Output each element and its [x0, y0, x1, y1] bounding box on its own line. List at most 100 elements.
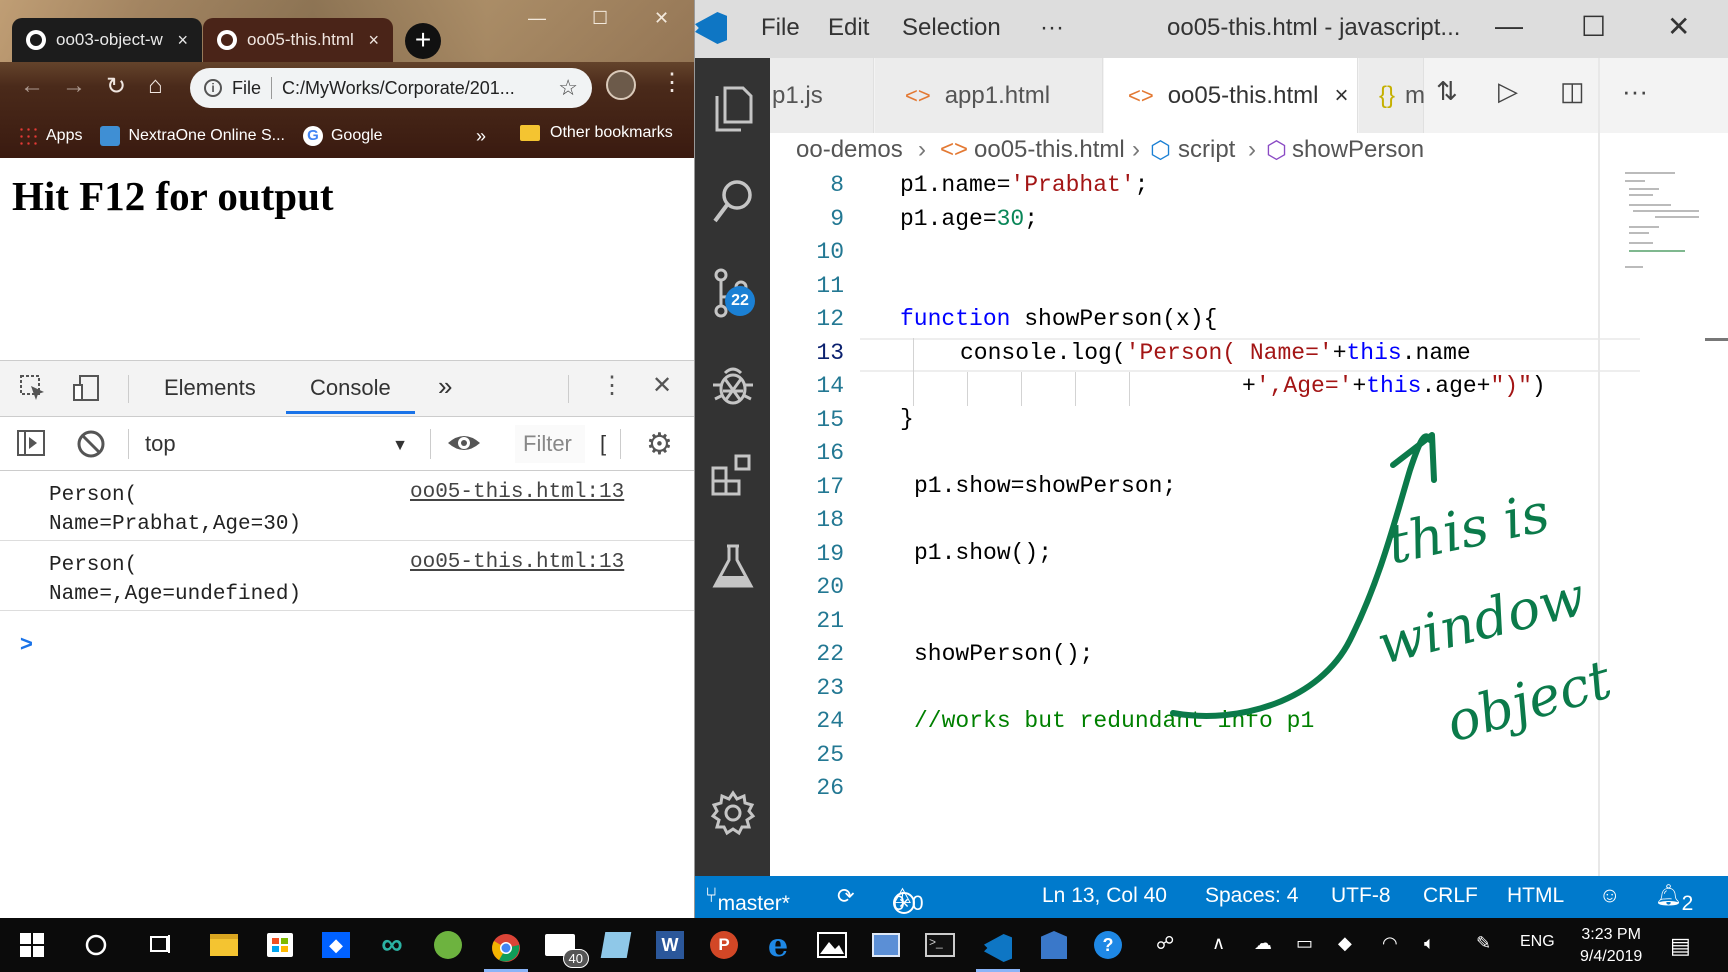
dropbox-icon[interactable]: ◆: [318, 927, 354, 963]
people-icon[interactable]: ☍: [1156, 933, 1174, 954]
cursor-position[interactable]: Ln 13, Col 40: [1042, 884, 1167, 908]
devtools-menu-icon[interactable]: ⋮: [600, 371, 624, 400]
minimap[interactable]: [1615, 170, 1705, 350]
sidebar-toggle-icon[interactable]: [16, 429, 46, 464]
filter-input[interactable]: Filter: [515, 425, 585, 463]
pen-icon[interactable]: ✎: [1476, 933, 1491, 954]
task-view-icon[interactable]: [142, 927, 178, 963]
run-icon[interactable]: ▷: [1498, 76, 1518, 107]
edge-icon[interactable]: e: [760, 926, 796, 964]
encoding-status[interactable]: UTF-8: [1331, 884, 1391, 908]
profile-avatar[interactable]: [606, 70, 636, 100]
chrome-menu-icon[interactable]: ⋮: [660, 68, 684, 97]
onedrive-cloud-icon[interactable]: ☁: [1254, 933, 1272, 954]
notifications-bell[interactable]: 🔔︎ 2: [1655, 884, 1693, 915]
start-windows-icon[interactable]: [14, 927, 50, 963]
breadcrumb-script[interactable]: script: [1178, 136, 1235, 164]
chrome-taskbar-icon[interactable]: [484, 927, 528, 972]
infinity-app-icon[interactable]: ∞: [374, 927, 410, 963]
feedback-smiley-icon[interactable]: ☺: [1599, 884, 1620, 908]
eol-status[interactable]: CRLF: [1423, 884, 1478, 908]
tab-close-icon[interactable]: ×: [1334, 82, 1348, 110]
volume-icon[interactable]: 🔈︎: [1424, 933, 1435, 954]
test-flask-icon[interactable]: [695, 532, 770, 602]
scrollbar-thumb[interactable]: [1705, 338, 1728, 341]
browser-tab-oo05[interactable]: oo05-this.html ×: [203, 18, 393, 62]
breadcrumb-folder[interactable]: oo-demos: [796, 136, 903, 164]
editor-tab-app1[interactable]: <> app1.html: [875, 58, 1103, 133]
problems-status[interactable]: ✕ 0 ⚠ 0: [893, 884, 924, 915]
notes-app-icon[interactable]: [598, 927, 634, 963]
breadcrumb-function[interactable]: showPerson: [1292, 136, 1424, 164]
indentation-status[interactable]: Spaces: 4: [1205, 884, 1298, 908]
more-tabs-icon[interactable]: »: [438, 371, 452, 402]
clear-console-icon[interactable]: [76, 429, 106, 466]
info-icon[interactable]: i: [204, 79, 222, 97]
sync-icon[interactable]: ⟳: [837, 884, 855, 909]
reload-icon[interactable]: ↻: [106, 72, 126, 101]
chrome-maximize-button[interactable]: ☐: [592, 8, 608, 29]
battery-icon[interactable]: ▭: [1296, 933, 1313, 954]
split-editor-icon[interactable]: ◫: [1560, 76, 1585, 107]
extensions-icon[interactable]: [695, 440, 770, 510]
new-tab-button[interactable]: +: [405, 23, 441, 59]
address-bar[interactable]: i File C:/MyWorks/Corporate/201... ☆: [190, 68, 592, 108]
vscode-close-button[interactable]: ✕: [1667, 10, 1690, 43]
bookmarks-overflow-icon[interactable]: »: [476, 126, 486, 147]
log-source-link[interactable]: oo05-this.html:13: [410, 481, 624, 504]
powerpoint-icon[interactable]: P: [706, 927, 742, 963]
chrome-close-button[interactable]: ✕: [654, 8, 669, 29]
settings-gear-icon[interactable]: [695, 778, 770, 848]
context-selector[interactable]: top ▼: [130, 425, 418, 463]
menu-file[interactable]: File: [761, 14, 800, 42]
file-explorer-icon[interactable]: [206, 927, 242, 963]
wifi-icon[interactable]: ◠: [1382, 933, 1398, 954]
bookmark-star-icon[interactable]: ☆: [558, 75, 578, 101]
back-arrow-icon[interactable]: ←: [20, 72, 44, 100]
forward-arrow-icon[interactable]: →: [62, 72, 86, 100]
menu-selection[interactable]: Selection: [902, 14, 1001, 42]
tab-close-icon[interactable]: ×: [368, 30, 379, 51]
source-control-icon[interactable]: 22: [695, 258, 770, 328]
bookmark-nextraone[interactable]: NextraOne Online S...: [100, 126, 285, 146]
dropbox-tray-icon[interactable]: ◆: [1338, 933, 1352, 954]
breadcrumb-file[interactable]: oo05-this.html: [974, 136, 1125, 164]
vs-installer-icon[interactable]: [1036, 927, 1072, 963]
show-hidden-icons[interactable]: ∧: [1212, 933, 1225, 954]
tab-close-icon[interactable]: ×: [177, 30, 188, 51]
mail-icon[interactable]: 40: [542, 927, 589, 968]
chrome-minimize-button[interactable]: —: [528, 8, 546, 29]
store-icon[interactable]: [262, 927, 298, 963]
vscode-taskbar-icon[interactable]: [976, 927, 1020, 972]
search-icon[interactable]: [695, 166, 770, 236]
language-mode[interactable]: HTML: [1507, 884, 1564, 908]
vscode-maximize-button[interactable]: ☐: [1581, 10, 1606, 43]
live-expression-eye-icon[interactable]: [446, 429, 482, 464]
word-icon[interactable]: W: [652, 927, 688, 963]
debug-icon[interactable]: [695, 350, 770, 420]
menu-edit[interactable]: Edit: [828, 14, 869, 42]
photos-icon[interactable]: [814, 927, 850, 963]
other-bookmarks[interactable]: Other bookmarks: [520, 124, 673, 142]
code-editor[interactable]: p1.name='Prabhat'; p1.age=30; function s…: [860, 170, 1640, 876]
more-actions-icon[interactable]: ···: [1622, 76, 1648, 107]
compare-changes-icon[interactable]: ⇅: [1436, 76, 1458, 107]
explorer-icon[interactable]: [695, 74, 770, 144]
log-source-link[interactable]: oo05-this.html:13: [410, 551, 624, 574]
devtools-close-icon[interactable]: ✕: [652, 371, 672, 400]
clock[interactable]: 3:23 PM 9/4/2019: [1580, 924, 1642, 968]
bookmark-apps[interactable]: Apps: [18, 126, 82, 146]
console-settings-gear-icon[interactable]: ⚙: [646, 427, 673, 462]
cortana-icon[interactable]: [78, 927, 114, 963]
input-language[interactable]: ENG: [1520, 933, 1555, 951]
tab-elements[interactable]: Elements: [164, 375, 256, 401]
editor-tab-p1js[interactable]: p1.js: [770, 58, 874, 133]
editor-tab-oo05[interactable]: <> oo05-this.html ×: [1104, 58, 1358, 133]
home-icon[interactable]: ⌂: [148, 72, 163, 100]
bookmark-google[interactable]: G Google: [302, 126, 383, 146]
console-prompt[interactable]: >: [20, 631, 33, 657]
remote-desktop-icon[interactable]: [868, 927, 904, 963]
vscode-minimize-button[interactable]: —: [1495, 10, 1523, 42]
terminal-icon[interactable]: >_: [922, 927, 958, 963]
device-toolbar-icon[interactable]: [72, 373, 102, 410]
